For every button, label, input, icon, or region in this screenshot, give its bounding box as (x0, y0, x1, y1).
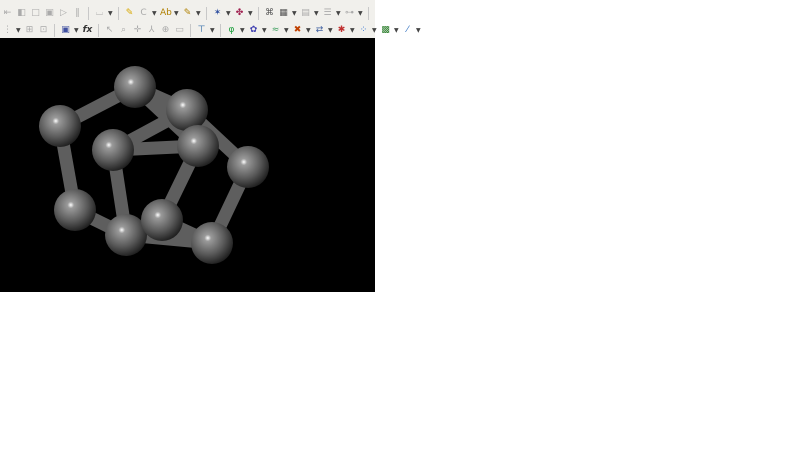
matrix-icon[interactable]: ▩ (380, 25, 391, 36)
atom[interactable] (92, 129, 134, 171)
toolbar-separator (54, 23, 55, 37)
toolbar-area: ⇤ ◧ □ ▣ ▷ ‖ ⌴ ▼ ✎ C ▼ Ab ▼ ✎ ▼ ✶ ▼ ✤ ▼ ⌘ ▦ ▼ ▤ ▼ ☰ ▼ ⊶ ▼ ⋮ ▼ ⊞ ⊡ ▣ ▼ fx ↖ ⌕… (0, 0, 421, 38)
molecule-icon[interactable]: ✶ (212, 8, 223, 19)
chevron-down-icon[interactable]: ▼ (350, 27, 355, 34)
toolbar-separator (88, 6, 89, 20)
fragment-icon[interactable]: ✤ (234, 8, 245, 19)
chevron-down-icon[interactable]: ▼ (372, 27, 377, 34)
export-icon[interactable]: ⊡ (38, 25, 49, 36)
move-icon[interactable]: ✛ (132, 25, 143, 36)
toolbar-separator (118, 6, 119, 20)
atom[interactable] (141, 199, 183, 241)
chevron-down-icon[interactable]: ▼ (306, 27, 311, 34)
tree-icon[interactable]: ⊶ (344, 8, 355, 19)
atom[interactable] (54, 189, 96, 231)
chevron-down-icon[interactable]: ▼ (358, 10, 363, 17)
zoom-icon[interactable]: ⌕ (118, 25, 129, 36)
cluster-icon[interactable]: ✖ (292, 25, 303, 36)
chevron-down-icon[interactable]: ▼ (394, 27, 399, 34)
chevron-down-icon[interactable]: ▼ (284, 27, 289, 34)
link-icon[interactable]: ⇄ (314, 25, 325, 36)
toolbar-separator (98, 23, 99, 37)
chevron-down-icon[interactable]: ▼ (108, 10, 113, 17)
atom[interactable] (177, 125, 219, 167)
play-icon[interactable]: ▷ (58, 8, 69, 19)
wave-icon[interactable]: ≈ (270, 25, 281, 36)
floppy-icon[interactable]: ▣ (60, 25, 71, 36)
bond-icon[interactable]: ⌘ (264, 8, 275, 19)
molecule-3d-viewport[interactable] (0, 38, 375, 292)
chevron-down-icon[interactable]: ▼ (226, 10, 231, 17)
grip-icon[interactable]: ⋮ (2, 25, 13, 36)
chevron-down-icon[interactable]: ▼ (240, 27, 245, 34)
chevron-down-icon[interactable]: ▼ (416, 27, 421, 34)
rotate-icon[interactable]: ⅄ (146, 25, 157, 36)
grid-icon[interactable]: ▦ (278, 8, 289, 19)
translate-icon[interactable]: ⊕ (160, 25, 171, 36)
wand-icon[interactable]: ⁄ (402, 25, 413, 36)
align-icon[interactable]: ⊤ (196, 25, 207, 36)
network-icon[interactable]: ✱ (336, 25, 347, 36)
chevron-down-icon[interactable]: ▼ (152, 10, 157, 17)
formula-button[interactable]: fx (82, 25, 93, 36)
table-icon[interactable]: ▤ (300, 8, 311, 19)
atom[interactable] (227, 146, 269, 188)
toolbar-separator (190, 23, 191, 37)
chevron-down-icon[interactable]: ▼ (314, 10, 319, 17)
ring-icon[interactable]: ✿ (248, 25, 259, 36)
save-icon[interactable]: ⊞ (24, 25, 35, 36)
atom[interactable] (39, 105, 81, 147)
cursor-icon[interactable]: ↖ (104, 25, 115, 36)
atoms-icon[interactable]: ⁘ (358, 25, 369, 36)
chevron-down-icon[interactable]: ▼ (196, 10, 201, 17)
chevron-down-icon[interactable]: ▼ (74, 27, 79, 34)
highlight-icon[interactable]: ✎ (182, 8, 193, 19)
chevron-down-icon[interactable]: ▼ (174, 10, 179, 17)
chevron-down-icon[interactable]: ▼ (292, 10, 297, 17)
atom[interactable] (191, 222, 233, 264)
toolbar-separator (206, 6, 207, 20)
chevron-down-icon[interactable]: ▼ (210, 27, 215, 34)
label-icon[interactable]: Ab (160, 8, 172, 19)
chevron-down-icon[interactable]: ▼ (336, 10, 341, 17)
square-icon[interactable]: □ (30, 8, 41, 19)
chevron-down-icon[interactable]: ▼ (328, 27, 333, 34)
chevron-down-icon[interactable]: ▼ (262, 27, 267, 34)
atom[interactable] (166, 89, 208, 131)
frame-icon[interactable]: ▣ (44, 8, 55, 19)
first-icon[interactable]: ⇤ (2, 8, 13, 19)
phi-icon[interactable]: φ (226, 25, 237, 36)
toolbar-separator (368, 6, 369, 20)
toolbar-separator (258, 6, 259, 20)
chevron-down-icon[interactable]: ▼ (16, 27, 21, 34)
chevron-down-icon[interactable]: ▼ (248, 10, 253, 17)
pause-icon[interactable]: ‖ (72, 8, 83, 19)
toolbar-row-2: ⋮ ▼ ⊞ ⊡ ▣ ▼ fx ↖ ⌕ ✛ ⅄ ⊕ ▭ ⊤ ▼ φ ▼ ✿ ▼ ≈ ▼ ✖ ▼ ⇄ ▼ ✱ ▼ ⁘ ▼ ▩ ▼ ⁄ ▼ (0, 21, 421, 39)
prev-icon[interactable]: ◧ (16, 8, 27, 19)
measure-icon[interactable]: ⌴ (94, 8, 105, 19)
atom[interactable] (114, 66, 156, 108)
molecule-render[interactable] (0, 38, 375, 292)
list-icon[interactable]: ☰ (322, 8, 333, 19)
toolbar-separator (220, 23, 221, 37)
pencil-icon[interactable]: ✎ (124, 8, 135, 19)
c-icon[interactable]: C (138, 8, 149, 19)
toolbar-row-1: ⇤ ◧ □ ▣ ▷ ‖ ⌴ ▼ ✎ C ▼ Ab ▼ ✎ ▼ ✶ ▼ ✤ ▼ ⌘ ▦ ▼ ▤ ▼ ☰ ▼ ⊶ ▼ (0, 4, 371, 22)
page-icon[interactable]: ▭ (174, 25, 185, 36)
atom[interactable] (105, 214, 147, 256)
